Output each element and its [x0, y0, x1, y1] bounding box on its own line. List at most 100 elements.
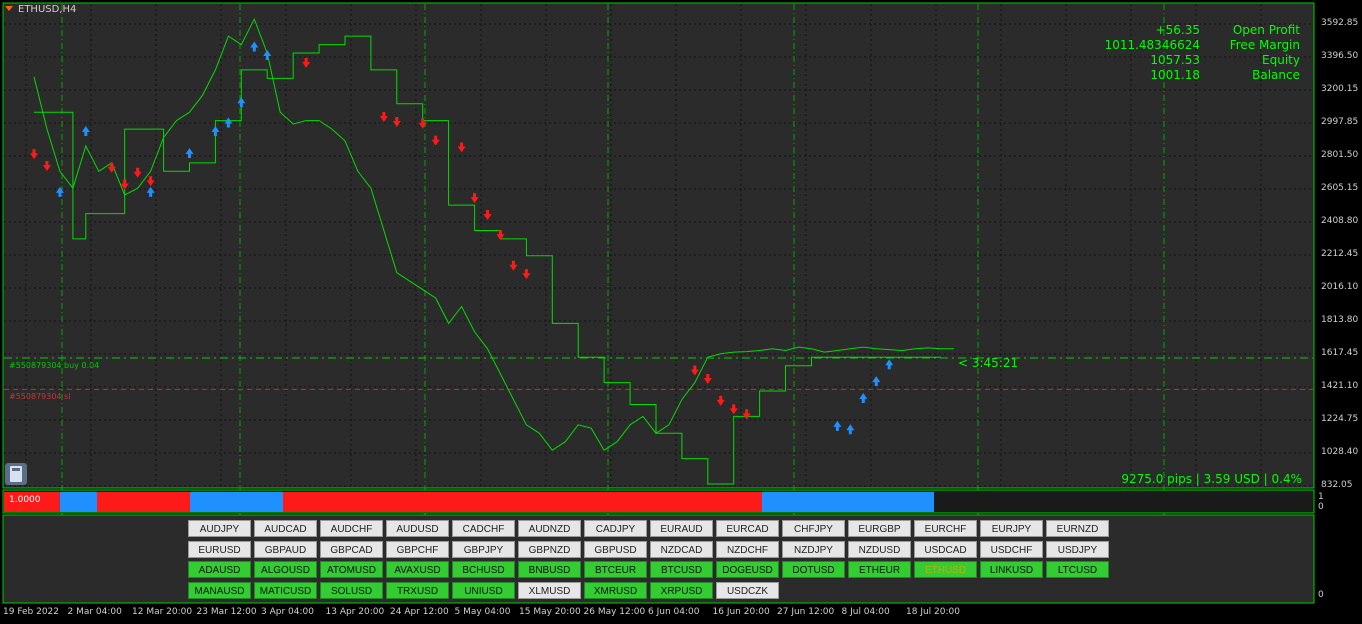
indicator-segments: [4, 492, 934, 512]
symbol-button-etheur[interactable]: ETHEUR: [848, 561, 911, 578]
symbol-button-maticusd[interactable]: MATICUSD: [254, 581, 317, 599]
chart-symbol: ETHUSD,H4: [18, 4, 77, 15]
balance-label: Balance: [1252, 68, 1300, 82]
time-axis-label: 16 Jun 20:00: [712, 607, 770, 617]
symbol-button-trxusd[interactable]: TRXUSD: [386, 581, 449, 599]
symbol-button-gbpchf[interactable]: GBPCHF: [386, 540, 449, 558]
symbol-button-avaxusd[interactable]: AVAXUSD: [386, 561, 449, 578]
indicator-value-label: 1.0000: [9, 495, 41, 505]
symbol-button-eurcad[interactable]: EURCAD: [716, 520, 779, 537]
symbol-button-xrpusd[interactable]: XRPUSD: [650, 581, 713, 599]
open-profit-value: +56.35: [1155, 23, 1200, 37]
price-axis-label: 2997.85: [1321, 117, 1359, 127]
trade-line-label[interactable]: #550879304 buy 0.04: [9, 361, 99, 370]
symbol-button-manausd[interactable]: MANAUSD: [188, 581, 251, 599]
symbol-button-nzdusd[interactable]: NZDUSD: [848, 540, 911, 558]
symbol-button-bchusd[interactable]: BCHUSD: [452, 561, 515, 578]
account-labels: Open Profit Free Margin Equity Balance: [1230, 23, 1300, 83]
time-axis-label: 27 Jun 12:00: [777, 607, 835, 617]
price-axis-label: 1813.80: [1321, 315, 1359, 325]
symbol-button-bnbusd[interactable]: BNBUSD: [518, 561, 581, 578]
price-axis-label: 2212.45: [1321, 249, 1359, 259]
indicator-segment-sell: [97, 492, 190, 512]
symbol-button-audchf[interactable]: AUDCHF: [320, 520, 383, 537]
open-profit-label: Open Profit: [1232, 23, 1300, 37]
price-axis-label: 1224.75: [1321, 414, 1359, 424]
time-axis-label: 5 May 04:00: [454, 607, 511, 617]
indicator-axis-top: 1: [1318, 492, 1324, 502]
symbol-button-gbpnzd[interactable]: GBPNZD: [518, 540, 581, 558]
time-axis-label: 15 May 20:00: [519, 607, 581, 617]
symbol-button-nzdchf[interactable]: NZDCHF: [716, 540, 779, 558]
symbol-button-eurgbp[interactable]: EURGBP: [848, 520, 911, 537]
symbol-button-gbpcad[interactable]: GBPCAD: [320, 540, 383, 558]
price-axis-label: 3592.85: [1321, 18, 1359, 28]
price-axis-label: 2408.80: [1321, 216, 1359, 226]
symbol-button-eurjpy[interactable]: EURJPY: [980, 520, 1043, 537]
indicator-axis-bottom: 0: [1318, 502, 1324, 512]
sl-line-label[interactable]: #550879304 sl: [9, 392, 70, 401]
time-axis-label: 8 Jul 04:00: [841, 607, 890, 617]
symbol-button-ethusd[interactable]: ETHUSD: [914, 561, 977, 578]
symbol-button-eurchf[interactable]: EURCHF: [914, 520, 977, 537]
symbol-button-gbpaud[interactable]: GBPAUD: [254, 540, 317, 558]
symbol-button-chfjpy[interactable]: CHFJPY: [782, 520, 845, 537]
symbol-button-btceur[interactable]: BTCEUR: [584, 561, 647, 578]
calculator-icon[interactable]: [5, 463, 27, 485]
time-axis-label: 18 Jul 20:00: [906, 607, 960, 617]
symbol-button-euraud[interactable]: EURAUD: [650, 520, 713, 537]
price-axis-label: 2016.10: [1321, 282, 1359, 292]
price-axis-label: 3200.15: [1321, 84, 1359, 94]
symbol-button-usdczk[interactable]: USDCZK: [716, 581, 779, 599]
symbol-button-solusd[interactable]: SOLUSD: [320, 581, 383, 599]
symbol-button-audusd[interactable]: AUDUSD: [386, 520, 449, 537]
symbol-button-atomusd[interactable]: ATOMUSD: [320, 561, 383, 578]
free-margin-label: Free Margin: [1229, 38, 1300, 52]
symbol-button-adausd[interactable]: ADAUSD: [188, 561, 251, 578]
candle-timer: < 3:45:21: [958, 356, 1019, 370]
symbol-button-eurusd[interactable]: EURUSD: [188, 540, 251, 558]
price-axis-label: 2801.50: [1321, 150, 1359, 160]
equity-value: 1057.53: [1150, 53, 1200, 67]
symbol-button-algousd[interactable]: ALGOUSD: [254, 561, 317, 578]
symbol-button-gbpjpy[interactable]: GBPJPY: [452, 540, 515, 558]
time-axis-label: 13 Apr 20:00: [325, 607, 385, 617]
symbol-button-uniusd[interactable]: UNIUSD: [452, 581, 515, 599]
symbol-button-xmrusd[interactable]: XMRUSD: [584, 581, 647, 599]
time-axis-label: 6 Jun 04:00: [648, 607, 700, 617]
symbol-button-usdchf[interactable]: USDCHF: [980, 540, 1043, 558]
symbol-button-xlmusd[interactable]: XLMUSD: [518, 581, 581, 599]
symbol-button-audjpy[interactable]: AUDJPY: [188, 520, 251, 537]
time-axis-label: 24 Apr 12:00: [390, 607, 449, 617]
symbol-button-audcad[interactable]: AUDCAD: [254, 520, 317, 537]
symbol-button-cadchf[interactable]: CADCHF: [452, 520, 515, 537]
price-axis-label: 1421.10: [1321, 381, 1359, 391]
free-margin-value: 1011.48346624: [1104, 38, 1200, 52]
time-axis-label: 26 May 12:00: [583, 607, 646, 617]
time-axis-label: 2 Mar 04:00: [67, 607, 122, 617]
symbol-button-audnzd[interactable]: AUDNZD: [518, 520, 581, 537]
balance-value: 1001.18: [1150, 68, 1200, 82]
symbol-button-dotusd[interactable]: DOTUSD: [782, 561, 845, 578]
symbol-button-cadjpy[interactable]: CADJPY: [584, 520, 647, 537]
symbol-button-ltcusd[interactable]: LTCUSD: [1046, 561, 1109, 578]
indicator-segment-buy: [59, 492, 97, 512]
indicator-segment-buy: [190, 492, 283, 512]
symbol-button-usdcad[interactable]: USDCAD: [914, 540, 977, 558]
symbol-button-nzdjpy[interactable]: NZDJPY: [782, 540, 845, 558]
symbol-button-gbpusd[interactable]: GBPUSD: [584, 540, 647, 558]
pips-summary: 9275.0 pips | 3.59 USD | 0.4%: [1121, 472, 1302, 486]
symbol-button-linkusd[interactable]: LINKUSD: [980, 561, 1043, 578]
symbol-button-nzdcad[interactable]: NZDCAD: [650, 540, 713, 558]
indicator-segment-buy: [761, 492, 934, 512]
price-axis-label: 1028.40: [1321, 447, 1359, 457]
price-axis-label: 3396.50: [1321, 51, 1359, 61]
symbol-button-usdjpy[interactable]: USDJPY: [1046, 540, 1109, 558]
price-axis-label: 832.05: [1321, 480, 1353, 490]
symbol-dropdown-icon[interactable]: [5, 6, 13, 11]
time-axis-label: 3 Apr 04:00: [261, 607, 314, 617]
button-panel-axis-label: 0: [1318, 590, 1324, 600]
symbol-button-eurnzd[interactable]: EURNZD: [1046, 520, 1109, 537]
symbol-button-btcusd[interactable]: BTCUSD: [650, 561, 713, 578]
symbol-button-dogeusd[interactable]: DOGEUSD: [716, 561, 779, 578]
